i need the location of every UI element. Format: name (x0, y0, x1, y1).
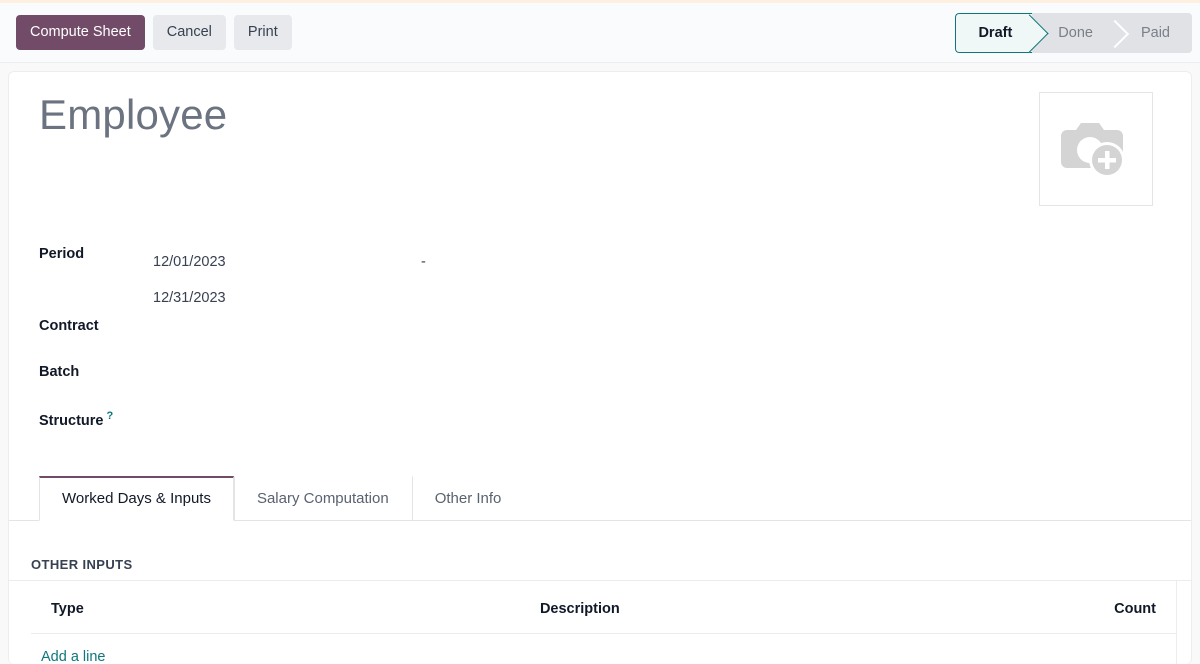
add-line-spacer-description (529, 633, 977, 664)
tab-salary-computation[interactable]: Salary Computation (233, 476, 412, 521)
batch-label: Batch (39, 364, 80, 380)
control-panel: Compute Sheet Cancel Print Draft Done Pa… (0, 3, 1200, 63)
period-date-from-input[interactable]: 12/01/2023 (153, 244, 421, 280)
add-a-line-link[interactable]: Add a line (41, 649, 106, 664)
tab-page-worked-days-and-inputs: OTHER INPUTS Type Description Count Add … (9, 521, 1191, 664)
compute-sheet-button[interactable]: Compute Sheet (16, 15, 145, 50)
tab-worked-days-and-inputs[interactable]: Worked Days & Inputs (39, 476, 234, 521)
column-header-description[interactable]: Description (529, 581, 977, 634)
structure-label-text: Structure (39, 412, 104, 429)
period-value-group: 12/01/2023 - 12/31/2023 (153, 244, 483, 316)
print-button[interactable]: Print (233, 15, 292, 50)
table-header: Type Description Count (31, 581, 1177, 634)
table-header-row: Type Description Count (31, 581, 1177, 634)
table-body: Add a line (31, 633, 1177, 664)
other-inputs-section-title: OTHER INPUTS (31, 557, 133, 572)
structure-label: Structure? (39, 408, 153, 429)
sheet-container: Employee Period 12/01/2023 - 12/31/2023 … (0, 63, 1200, 664)
camera-add-icon (1061, 123, 1125, 178)
column-header-type[interactable]: Type (31, 581, 530, 634)
structure-help-icon[interactable]: ? (106, 410, 113, 422)
field-row-batch: Batch (39, 362, 1169, 408)
column-header-count[interactable]: Count (976, 581, 1177, 634)
tab-other-info[interactable]: Other Info (411, 476, 525, 521)
add-line-spacer-count (976, 633, 1177, 664)
add-line-cell[interactable]: Add a line (31, 633, 530, 664)
form-sheet: Employee Period 12/01/2023 - 12/31/2023 … (8, 71, 1192, 664)
sheet-header: Employee (31, 88, 1169, 206)
field-row-period: Period 12/01/2023 - 12/31/2023 (39, 244, 1169, 316)
status-done[interactable]: Done (1032, 12, 1115, 53)
status-draft[interactable]: Draft (955, 12, 1033, 53)
status-paid[interactable]: Paid (1114, 12, 1192, 53)
contract-label: Contract (39, 318, 99, 334)
period-label: Period (39, 246, 85, 262)
control-panel-buttons: Compute Sheet Cancel Print (16, 15, 292, 50)
period-date-separator: - (421, 254, 426, 270)
field-row-contract: Contract (39, 316, 1169, 362)
add-line-row[interactable]: Add a line (31, 633, 1177, 664)
field-row-structure: Structure? (39, 408, 1169, 454)
cancel-button[interactable]: Cancel (152, 15, 226, 50)
page-title[interactable]: Employee (39, 91, 227, 138)
notebook: Worked Days & Inputs Salary Computation … (9, 476, 1191, 664)
form-fields: Period 12/01/2023 - 12/31/2023 Contract … (39, 244, 1169, 454)
notebook-tab-row: Worked Days & Inputs Salary Computation … (9, 476, 1191, 521)
other-inputs-table: Type Description Count Add a line (31, 581, 1177, 664)
period-date-to-input[interactable]: 12/31/2023 (153, 280, 421, 316)
employee-photo-field[interactable] (1039, 92, 1153, 206)
status-bar: Draft Done Paid (955, 12, 1192, 53)
